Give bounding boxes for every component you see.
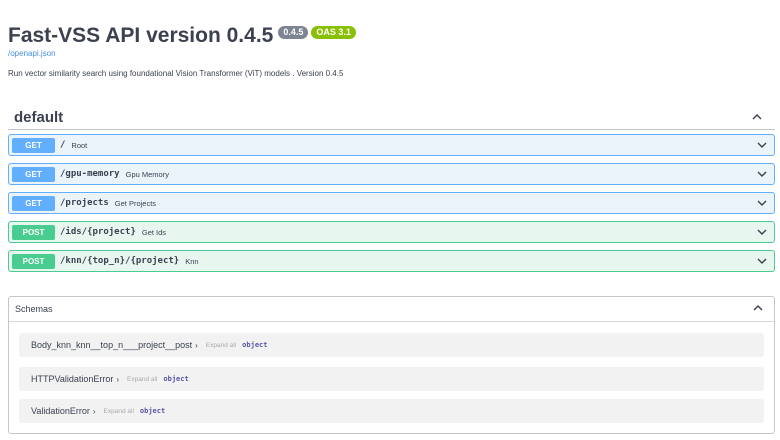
chevron-up-icon[interactable] <box>752 303 764 313</box>
schemas-header[interactable]: Schemas <box>9 297 774 322</box>
api-info: Fast-VSS API version 0.4.5 0.4.5 OAS 3.1 <box>8 22 356 50</box>
method-badge: GET <box>12 166 55 182</box>
method-badge: POST <box>12 253 55 269</box>
page-title: Fast-VSS API version 0.4.5 <box>8 24 274 47</box>
expand-all-link[interactable]: Expand all <box>127 376 157 383</box>
operation-summary: Get Ids <box>141 227 167 237</box>
method-badge: POST <box>12 224 55 240</box>
schemas-title: Schemas <box>15 304 53 314</box>
operation-path: /projects <box>60 198 109 208</box>
tag-name: default <box>14 108 64 126</box>
openapi-json-link[interactable]: /openapi.json <box>8 49 56 58</box>
version-badge: 0.4.5 <box>278 26 309 39</box>
operation-path: / <box>60 140 66 150</box>
expand-all-link[interactable]: Expand all <box>206 342 236 349</box>
operation-summary: Root <box>71 140 88 150</box>
operation-get-projects[interactable]: GET /projects Get Projects <box>8 192 775 214</box>
operation-path: /knn/{top_n}/{project} <box>60 256 180 266</box>
schema-model[interactable]: ValidationError › Expand all object <box>19 399 764 423</box>
operation-path: /ids/{project} <box>60 227 136 237</box>
schema-model[interactable]: Body_knn_knn__top_n___project__post › Ex… <box>19 333 764 357</box>
operation-summary: Knn <box>185 256 199 266</box>
chevron-right-icon[interactable]: › <box>116 375 119 384</box>
model-type: object <box>163 375 189 383</box>
chevron-down-icon[interactable] <box>756 198 768 208</box>
model-name[interactable]: Body_knn_knn__top_n___project__post <box>31 340 192 350</box>
tag-default-header[interactable]: default <box>8 105 775 130</box>
model-name[interactable]: HTTPValidationError <box>31 374 113 384</box>
api-description: Run vector similarity search using found… <box>8 69 344 78</box>
chevron-down-icon[interactable] <box>756 227 768 237</box>
operation-get-gpu-memory[interactable]: GET /gpu-memory Gpu Memory <box>8 163 775 185</box>
chevron-right-icon[interactable]: › <box>195 341 198 350</box>
method-badge: GET <box>12 137 55 153</box>
operation-summary: Gpu Memory <box>125 169 169 179</box>
operation-get-root[interactable]: GET / Root <box>8 134 775 156</box>
model-name[interactable]: ValidationError <box>31 406 90 416</box>
model-type: object <box>139 407 166 415</box>
chevron-right-icon[interactable]: › <box>93 407 96 416</box>
schemas-section: Schemas Body_knn_knn__top_n___project__p… <box>8 296 775 434</box>
chevron-down-icon[interactable] <box>756 256 768 266</box>
chevron-down-icon[interactable] <box>756 169 768 179</box>
schema-model[interactable]: HTTPValidationError › Expand all object <box>19 367 764 391</box>
operation-post-ids[interactable]: POST /ids/{project} Get Ids <box>8 221 775 243</box>
oas-badge: OAS 3.1 <box>311 26 356 39</box>
chevron-up-icon[interactable] <box>751 112 763 122</box>
operation-post-knn[interactable]: POST /knn/{top_n}/{project} Knn <box>8 250 775 272</box>
model-type: object <box>242 341 268 349</box>
expand-all-link[interactable]: Expand all <box>104 408 134 415</box>
operation-path: /gpu-memory <box>60 169 120 179</box>
method-badge: GET <box>12 195 55 211</box>
operation-summary: Get Projects <box>114 198 157 208</box>
chevron-down-icon[interactable] <box>756 140 768 150</box>
